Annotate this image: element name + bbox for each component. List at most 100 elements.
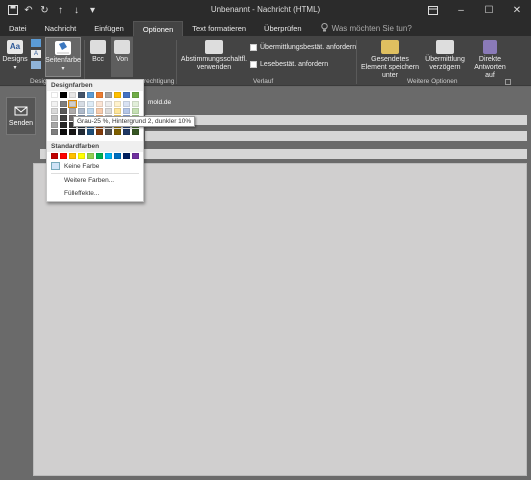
send-button[interactable]: Senden bbox=[6, 97, 36, 135]
color-swatch[interactable] bbox=[96, 108, 103, 114]
color-swatch[interactable] bbox=[96, 101, 103, 107]
color-swatch[interactable] bbox=[132, 153, 139, 159]
color-swatch[interactable] bbox=[69, 129, 76, 135]
color-swatch[interactable] bbox=[51, 108, 58, 114]
abstimmung-label: Abstimmungsschaltfl. verwenden bbox=[180, 56, 248, 71]
fonts-icon[interactable]: A bbox=[31, 50, 41, 58]
tell-me-box[interactable]: Was möchten Sie tun? bbox=[311, 21, 412, 36]
color-swatch[interactable] bbox=[105, 101, 112, 107]
tab-datei[interactable]: Datei bbox=[0, 21, 36, 36]
color-swatch[interactable] bbox=[51, 115, 58, 121]
color-swatch[interactable] bbox=[51, 122, 58, 128]
color-swatch[interactable] bbox=[105, 92, 112, 98]
tab-optionen[interactable]: Optionen bbox=[132, 21, 184, 36]
color-swatch[interactable] bbox=[132, 92, 139, 98]
keine-farbe-item[interactable]: Keine Farbe bbox=[51, 162, 99, 170]
color-swatch[interactable] bbox=[51, 101, 58, 107]
send-label: Senden bbox=[8, 120, 34, 127]
minimize-icon[interactable]: – bbox=[447, 0, 475, 20]
color-swatch[interactable] bbox=[114, 108, 121, 114]
save-icon[interactable] bbox=[6, 4, 19, 17]
color-swatch[interactable] bbox=[87, 101, 94, 107]
weitere-farben-item[interactable]: Weitere Farben... bbox=[64, 177, 114, 184]
color-swatch[interactable] bbox=[78, 153, 85, 159]
color-swatch[interactable] bbox=[105, 108, 112, 114]
color-swatch[interactable] bbox=[60, 115, 67, 121]
lesebestaetigung-checkbox[interactable]: Lesebestät. anfordern bbox=[250, 61, 328, 68]
color-swatch[interactable] bbox=[78, 92, 85, 98]
color-swatch[interactable] bbox=[123, 129, 130, 135]
abstimmung-button[interactable]: Abstimmungsschaltfl. verwenden bbox=[180, 40, 248, 72]
tab-nachricht[interactable]: Nachricht bbox=[36, 21, 86, 36]
color-swatch[interactable] bbox=[105, 153, 112, 159]
color-swatch[interactable] bbox=[60, 101, 67, 107]
gesendetes-element-button[interactable]: Gesendetes Element speichern unter bbox=[360, 40, 420, 80]
direkte-antworten-button[interactable]: Direkte Antworten auf bbox=[469, 40, 511, 80]
ribbon-options-icon[interactable] bbox=[419, 0, 447, 20]
color-swatch[interactable] bbox=[69, 108, 76, 114]
color-swatch[interactable] bbox=[87, 92, 94, 98]
tab-einfuegen[interactable]: Einfügen bbox=[85, 21, 133, 36]
seitenfarbe-button[interactable]: Seitenfarbe ▾ bbox=[45, 37, 81, 77]
von-button[interactable]: Von bbox=[111, 37, 133, 77]
color-swatch[interactable] bbox=[87, 153, 94, 159]
color-swatch[interactable] bbox=[60, 129, 67, 135]
color-swatch[interactable] bbox=[78, 101, 85, 107]
down-arrow-icon[interactable]: ↓ bbox=[70, 4, 83, 17]
color-swatch[interactable] bbox=[96, 153, 103, 159]
group-weitere-label: Weitere Optionen bbox=[407, 78, 458, 85]
colors-icon[interactable] bbox=[31, 39, 41, 47]
color-swatch[interactable] bbox=[132, 108, 139, 114]
quick-access-toolbar: ↶ ↻ ↑ ↓ ▾ bbox=[0, 4, 99, 17]
customize-icon[interactable]: ▾ bbox=[86, 4, 99, 17]
undo-icon[interactable]: ↶ bbox=[22, 4, 35, 17]
cc-field[interactable] bbox=[145, 131, 527, 141]
to-field[interactable] bbox=[145, 115, 527, 125]
color-swatch[interactable] bbox=[87, 129, 94, 135]
color-swatch[interactable] bbox=[123, 101, 130, 107]
color-swatch[interactable] bbox=[78, 129, 85, 135]
color-swatch[interactable] bbox=[60, 92, 67, 98]
color-swatch[interactable] bbox=[51, 129, 58, 135]
tab-text-formatieren[interactable]: Text formatieren bbox=[183, 21, 255, 36]
color-swatch[interactable] bbox=[51, 153, 58, 159]
color-swatch[interactable] bbox=[96, 129, 103, 135]
color-swatch[interactable] bbox=[60, 153, 67, 159]
designs-button[interactable]: Aa Designs ▾ bbox=[2, 40, 28, 72]
color-swatch[interactable] bbox=[87, 108, 94, 114]
color-swatch[interactable] bbox=[123, 108, 130, 114]
uebermittlungsbestaetigung-checkbox[interactable]: Übermittlungsbestät. anfordern bbox=[250, 44, 356, 51]
color-tooltip: Grau-25 %, Hintergrund 2, dunkler 10% bbox=[73, 116, 196, 127]
color-swatch[interactable] bbox=[69, 92, 76, 98]
effects-icon[interactable] bbox=[31, 61, 41, 69]
color-swatch[interactable] bbox=[114, 101, 121, 107]
fuelleffekte-item[interactable]: Fülleffekte... bbox=[64, 190, 99, 197]
color-swatch[interactable] bbox=[60, 108, 67, 114]
color-swatch[interactable] bbox=[114, 92, 121, 98]
color-swatch[interactable] bbox=[96, 92, 103, 98]
color-swatch[interactable] bbox=[68, 100, 77, 108]
color-swatch[interactable] bbox=[114, 153, 121, 159]
ribbon-separator bbox=[84, 40, 85, 84]
from-value: mold.de bbox=[148, 99, 172, 106]
tab-ueberpruefen[interactable]: Überprüfen bbox=[255, 21, 311, 36]
close-icon[interactable]: ✕ bbox=[503, 0, 531, 20]
reply-person-icon bbox=[483, 40, 497, 54]
uebermittlung-verzoegern-button[interactable]: Übermittlung verzögern bbox=[423, 40, 467, 72]
color-swatch[interactable] bbox=[123, 153, 130, 159]
color-swatch[interactable] bbox=[60, 122, 67, 128]
color-swatch[interactable] bbox=[132, 129, 139, 135]
bcc-button[interactable]: Bcc bbox=[88, 40, 108, 64]
color-swatch[interactable] bbox=[132, 101, 139, 107]
color-swatch[interactable] bbox=[78, 108, 85, 114]
color-swatch[interactable] bbox=[123, 92, 130, 98]
color-swatch[interactable] bbox=[105, 129, 112, 135]
redo-icon[interactable]: ↻ bbox=[38, 4, 51, 17]
up-arrow-icon[interactable]: ↑ bbox=[54, 4, 67, 17]
weitere-optionen-launcher-icon[interactable] bbox=[505, 79, 511, 85]
color-swatch[interactable] bbox=[114, 129, 121, 135]
maximize-icon[interactable]: ☐ bbox=[475, 0, 503, 20]
message-body[interactable] bbox=[33, 163, 527, 476]
color-swatch[interactable] bbox=[69, 153, 76, 159]
color-swatch[interactable] bbox=[51, 92, 58, 98]
